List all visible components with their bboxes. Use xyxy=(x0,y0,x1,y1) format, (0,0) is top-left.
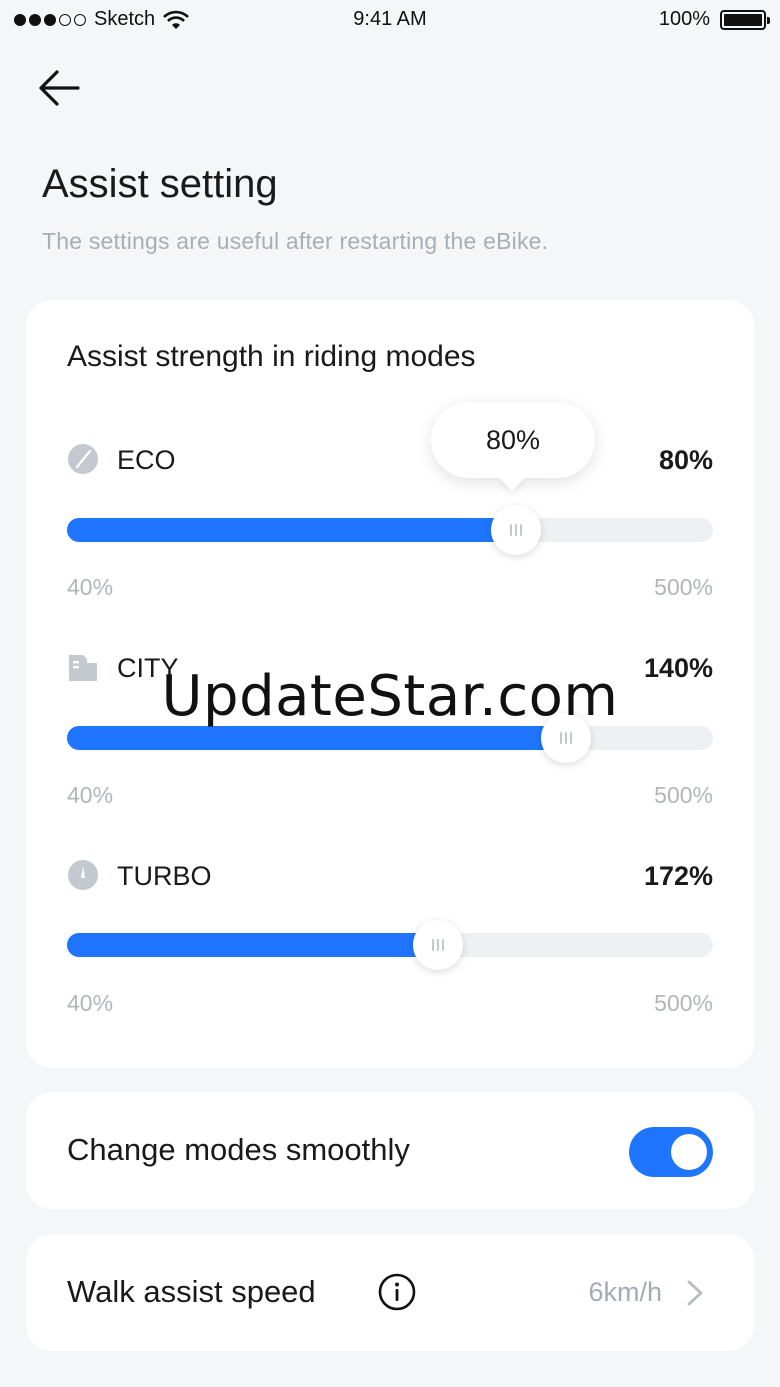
chevron-right-icon[interactable] xyxy=(684,1278,706,1308)
mode-value-eco: 80% xyxy=(658,445,713,475)
page-title: Assist setting xyxy=(42,162,278,206)
walk-assist-value: 6km/h xyxy=(588,1277,662,1307)
back-button[interactable] xyxy=(30,62,86,114)
mode-row-eco: ECO 80% xyxy=(67,439,713,479)
arrow-left-icon xyxy=(39,70,80,106)
mode-value-turbo: 172% xyxy=(643,861,713,891)
mode-name-turbo: TURBO xyxy=(117,861,212,891)
slider-fill xyxy=(67,933,438,957)
slider-fill xyxy=(67,726,566,750)
walk-assist-label: Walk assist speed xyxy=(67,1274,316,1309)
leaf-icon xyxy=(68,444,98,474)
assist-strength-title: Assist strength in riding modes xyxy=(67,340,476,373)
toggle-knob xyxy=(671,1134,707,1170)
range-max-label: 500% xyxy=(654,574,713,600)
watermark: UpdateStar.com xyxy=(161,664,619,729)
status-right: 100% xyxy=(658,8,770,31)
range-min-label: 40% xyxy=(67,574,114,600)
smooth-mode-label: Change modes smoothly xyxy=(67,1132,410,1167)
smooth-mode-card: Change modes smoothly xyxy=(26,1092,754,1209)
slider-thumb-turbo[interactable] xyxy=(413,920,463,970)
slider-value-tooltip: 80% xyxy=(431,402,595,478)
speedometer-icon xyxy=(68,860,98,890)
range-min-label: 40% xyxy=(67,782,114,808)
status-bar: Sketch 9:41 AM 100% xyxy=(0,0,780,42)
info-icon[interactable] xyxy=(378,1273,416,1311)
smooth-mode-toggle[interactable] xyxy=(629,1127,713,1177)
slider-thumb-eco[interactable] xyxy=(491,505,541,555)
mode-row-turbo: TURBO 172% xyxy=(67,855,713,895)
slider-turbo[interactable] xyxy=(67,920,713,970)
slider-fill xyxy=(67,518,516,542)
range-max-label: 500% xyxy=(654,990,713,1016)
page-subtitle: The settings are useful after restarting… xyxy=(42,228,549,254)
mode-name-eco: ECO xyxy=(117,445,176,475)
slider-eco[interactable] xyxy=(67,505,713,555)
battery-icon xyxy=(720,9,770,30)
range-min-label: 40% xyxy=(67,990,114,1016)
range-max-label: 500% xyxy=(654,782,713,808)
walk-assist-card[interactable]: Walk assist speed 6km/h xyxy=(26,1234,754,1351)
battery-percent: 100% xyxy=(658,8,710,30)
